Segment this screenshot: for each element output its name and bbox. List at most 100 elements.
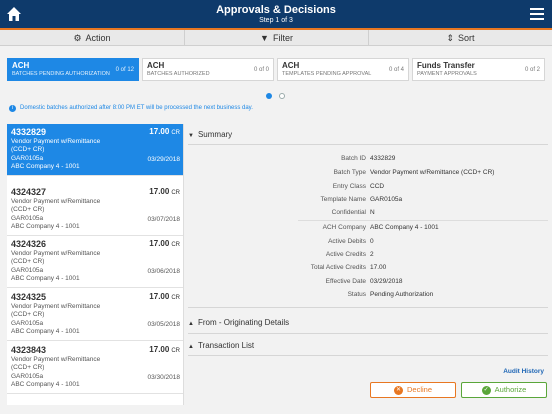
hamburger-icon[interactable] <box>530 8 544 20</box>
field-label: Active Credits <box>325 251 366 258</box>
field-label: Active Debits <box>328 238 366 245</box>
decline-button[interactable]: ✕ Decline <box>370 382 456 398</box>
amount-value: 17.00 <box>149 127 170 136</box>
divider <box>188 307 548 308</box>
transactions-section-toggle[interactable]: ▲ Transaction List <box>188 341 254 350</box>
batch-list-item[interactable]: 4323843 17.00 CR Vendor Payment w/Remitta… <box>7 342 183 394</box>
amount-value: 17.00 <box>149 239 170 248</box>
action-button[interactable]: ⚙ Action <box>0 30 184 46</box>
batch-description: Vendor Payment w/Remittance (CCD+ CR) <box>11 250 101 265</box>
batch-date: 03/06/2018 <box>147 268 180 275</box>
field-value: 17.00 <box>370 264 387 271</box>
filter-icon: ▼ <box>260 33 269 43</box>
field-label: ACH Company <box>322 224 366 231</box>
batch-list-item[interactable]: 4324325 17.00 CR Vendor Payment w/Remitta… <box>7 289 183 341</box>
template-code: GAR0105a <box>11 215 44 222</box>
originating-section-toggle[interactable]: ▲ From - Originating Details <box>188 318 289 327</box>
batch-list-item[interactable]: 4324327 17.00 CR Vendor Payment w/Remitta… <box>7 184 183 236</box>
info-icon: i <box>9 105 16 112</box>
batch-amount: 17.00 CR <box>149 239 180 248</box>
tile-subtitle: PAYMENT APPROVALS <box>417 71 477 77</box>
company-name: ABC Company 4 - 1001 <box>11 223 80 230</box>
tile-count: 0 of 12 <box>115 67 134 73</box>
batch-description: Vendor Payment w/Remittance (CCD+ CR) <box>11 198 101 213</box>
field-confidential: Confidential N <box>188 209 552 219</box>
field-label: Entry Class <box>332 183 366 190</box>
batch-company: GAR0105a ABC Company 4 - 1001 <box>11 155 80 171</box>
tile-ach-pending[interactable]: ACH BATCHES PENDING AUTHORIZATION 0 of 1… <box>7 58 139 81</box>
field-value: ABC Company 4 - 1001 <box>370 224 439 231</box>
batch-amount: 17.00 CR <box>149 127 180 136</box>
filter-button[interactable]: ▼ Filter <box>184 30 368 46</box>
sort-icon: ⇕ <box>446 33 455 43</box>
field-label: Total Active Credits <box>310 264 366 271</box>
toolbar: ⚙ Action ▼ Filter ⇕ Sort <box>0 30 552 46</box>
batch-company: GAR0105a ABC Company 4 - 1001 <box>11 320 80 336</box>
tile-title: ACH <box>147 61 165 70</box>
tile-ach-authorized[interactable]: ACH BATCHES AUTHORIZED 0 of 0 <box>142 58 274 81</box>
credit-indicator: CR <box>171 348 180 354</box>
tile-funds-transfer[interactable]: Funds Transfer PAYMENT APPROVALS 0 of 2 <box>412 58 545 81</box>
amount-value: 17.00 <box>149 187 170 196</box>
field-template-name: Template Name GAR0105a <box>188 196 552 206</box>
transactions-heading: Transaction List <box>197 341 255 350</box>
page-title: Approvals & Decisions <box>216 4 336 16</box>
authorize-button[interactable]: ✓ Authorize <box>461 382 547 398</box>
field-batch-type: Batch Type Vendor Payment w/Remittance (C… <box>188 169 552 179</box>
tile-ach-templates[interactable]: ACH TEMPLATES PENDING APPROVAL 0 of 4 <box>277 58 409 81</box>
tile-title: Funds Transfer <box>417 61 475 70</box>
processing-notice: i Domestic batches authorized after 8:00 … <box>9 105 253 112</box>
credit-indicator: CR <box>171 130 180 136</box>
caret-down-icon: ▼ <box>188 133 194 139</box>
field-value: N <box>370 209 375 216</box>
template-code: GAR0105a <box>11 155 44 162</box>
template-code: GAR0105a <box>11 373 44 380</box>
filter-label: Filter <box>272 33 293 43</box>
batch-date: 03/29/2018 <box>147 156 180 163</box>
field-label: Batch Type <box>333 169 366 176</box>
field-label: Template Name <box>320 196 366 203</box>
company-name: ABC Company 4 - 1001 <box>11 163 80 170</box>
batch-description: Vendor Payment w/Remittance (CCD+ CR) <box>11 356 101 371</box>
field-active-credits: Active Credits 2 <box>188 251 552 261</box>
batch-list-item[interactable]: 4324326 17.00 CR Vendor Payment w/Remitta… <box>7 236 183 288</box>
sort-button[interactable]: ⇕ Sort <box>368 30 552 46</box>
company-name: ABC Company 4 - 1001 <box>11 381 80 388</box>
batch-date: 03/30/2018 <box>147 374 180 381</box>
field-value: 03/29/2018 <box>370 278 403 285</box>
page-dot-1[interactable] <box>266 93 272 99</box>
summary-section-toggle[interactable]: ▼ Summary <box>188 130 232 139</box>
credit-indicator: CR <box>171 190 180 196</box>
credit-indicator: CR <box>171 295 180 301</box>
divider <box>188 355 548 356</box>
summary-heading: Summary <box>197 130 233 139</box>
page-dot-2[interactable] <box>279 93 285 99</box>
field-label: Status <box>347 291 366 298</box>
field-value: Vendor Payment w/Remittance (CCD+ CR) <box>370 169 495 176</box>
originating-heading: From - Originating Details <box>197 318 290 327</box>
batch-description: Vendor Payment w/Remittance (CCD+ CR) <box>11 303 101 318</box>
amount-value: 17.00 <box>149 345 170 354</box>
tile-count: 0 of 0 <box>253 67 269 73</box>
batch-list-item[interactable]: 4332829 17.00 CR Vendor Payment w/Remitta… <box>7 124 183 176</box>
batch-amount: 17.00 CR <box>149 292 180 301</box>
divider <box>188 333 548 334</box>
sort-label: Sort <box>458 33 475 43</box>
page-dots <box>266 93 290 99</box>
credit-indicator: CR <box>171 242 180 248</box>
batch-detail-panel: ▼ Summary Batch ID 4332829 Batch Type Vendo… <box>188 124 552 414</box>
app-header: Approvals & Decisions Step 1 of 3 <box>0 0 552 28</box>
batch-date: 03/07/2018 <box>147 216 180 223</box>
batch-amount: 17.00 CR <box>149 187 180 196</box>
company-name: ABC Company 4 - 1001 <box>11 328 80 335</box>
notice-text: Domestic batches authorized after 8:00 P… <box>20 105 253 111</box>
company-name: ABC Company 4 - 1001 <box>11 275 80 282</box>
field-label: Batch ID <box>341 155 366 162</box>
check-circle-icon: ✓ <box>481 385 491 395</box>
audit-history-link[interactable]: Audit History <box>503 368 544 375</box>
batch-amount: 17.00 CR <box>149 345 180 354</box>
field-value: CCD <box>370 183 385 190</box>
gear-icon: ⚙ <box>73 33 82 43</box>
batch-list[interactable]: 4332829 17.00 CR Vendor Payment w/Remitta… <box>7 124 184 405</box>
authorize-label: Authorize <box>494 385 527 394</box>
